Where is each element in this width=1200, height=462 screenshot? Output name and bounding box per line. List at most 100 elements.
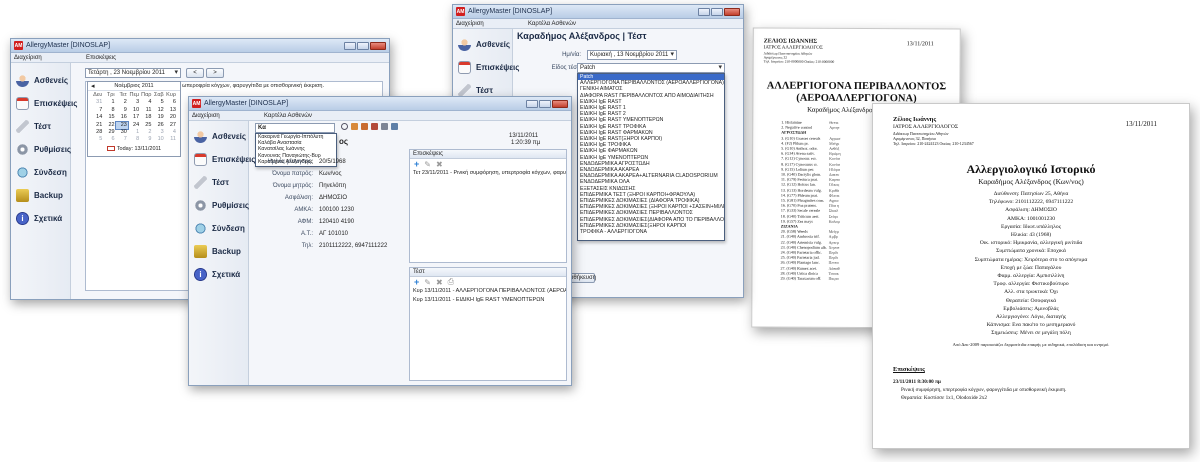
calendar-day[interactable]: 16 xyxy=(116,114,128,121)
test-list-item[interactable]: Κυρ 13/11/2011 - ΑΛΛΕΡΓΙΟΓΟΝΑ ΠΕΡΙΒΑΛΛΟΝ… xyxy=(410,287,566,296)
calendar-day[interactable]: 19 xyxy=(152,114,164,121)
calendar-day[interactable]: 7 xyxy=(116,136,128,143)
calendar-day[interactable]: 29 xyxy=(103,129,115,136)
calendar-day[interactable]: 7 xyxy=(91,107,103,114)
sidebar-item-backup[interactable]: Backup xyxy=(11,184,70,207)
calendar-day[interactable]: 5 xyxy=(152,99,164,106)
minimize-button[interactable] xyxy=(526,99,538,108)
calendar-day[interactable]: 13 xyxy=(165,107,177,114)
maximize-button[interactable] xyxy=(539,99,551,108)
calendar-day[interactable]: 1 xyxy=(103,99,115,106)
test-type-option[interactable]: ΤΡΟΦΙΚΑ - ΑΛΛΕΡΓΙΟΓΟΝΑ xyxy=(578,229,724,235)
patient-search-input[interactable]: Κα xyxy=(255,123,335,133)
sidebar-item-settings[interactable]: Ρυθμίσεις xyxy=(11,138,71,161)
close-button[interactable] xyxy=(724,7,740,16)
calendar-day[interactable]: 26 xyxy=(152,122,164,129)
calendar-day[interactable]: 31 xyxy=(91,99,103,106)
calendar-day[interactable]: 27 xyxy=(165,122,177,129)
calendar-day[interactable]: 23 xyxy=(114,120,129,131)
calendar-day[interactable]: 6 xyxy=(103,136,115,143)
next-date-button[interactable]: > xyxy=(206,68,224,78)
edit-test-icon[interactable]: ✎ xyxy=(424,278,431,287)
sidebar-item-patients[interactable]: Ασθενείς xyxy=(189,125,248,148)
calendar-prev-icon[interactable]: ◂ xyxy=(91,82,95,90)
calendar-day[interactable]: 3 xyxy=(128,99,140,106)
calendar-day[interactable]: 8 xyxy=(128,136,140,143)
maximize-button[interactable] xyxy=(711,7,723,16)
sidebar-item-settings[interactable]: Ρυθμίσεις xyxy=(189,194,249,217)
calendar-today[interactable]: Today: 13/11/2011 xyxy=(88,145,180,153)
delete-visit-icon[interactable]: ✖ xyxy=(436,160,443,169)
prev-date-button[interactable]: < xyxy=(186,68,204,78)
calendar-day[interactable]: 21 xyxy=(91,122,103,129)
calendar-day[interactable]: 2 xyxy=(140,129,152,136)
minimize-button[interactable] xyxy=(698,7,710,16)
maximize-button[interactable] xyxy=(357,41,369,50)
calendar-day[interactable]: 5 xyxy=(91,136,103,143)
sidebar-item-about[interactable]: i Σχετικά xyxy=(189,263,248,286)
close-button[interactable] xyxy=(552,99,568,108)
titlebar[interactable]: AM AllergyMaster [DINOSLAP] xyxy=(189,97,571,111)
menu-admin[interactable]: Διαχείριση xyxy=(456,21,528,27)
add-test-icon[interactable]: + xyxy=(414,277,419,287)
calendar-day[interactable]: 11 xyxy=(165,136,177,143)
calendar-day[interactable]: 14 xyxy=(91,114,103,121)
calendar-day[interactable]: 6 xyxy=(165,99,177,106)
calendar-day[interactable]: 24 xyxy=(128,122,140,129)
export-icon[interactable] xyxy=(391,123,398,130)
minimize-button[interactable] xyxy=(344,41,356,50)
calendar-day[interactable]: 1 xyxy=(128,129,140,136)
calendar-day[interactable]: 12 xyxy=(152,107,164,114)
add-patient-icon[interactable] xyxy=(351,123,358,130)
menu-patient-card[interactable]: Καρτέλα Ασθενών xyxy=(528,21,600,27)
calendar-day[interactable]: 20 xyxy=(165,114,177,121)
calendar-day[interactable]: 17 xyxy=(128,114,140,121)
calendar-day[interactable]: 10 xyxy=(152,136,164,143)
calendar-day[interactable]: 30 xyxy=(116,129,128,136)
add-visit-icon[interactable]: + xyxy=(414,159,419,169)
calendar-grid[interactable]: Δευ Τρι Τετ Πεμ Παρ Σαβ Κυρ 31 1 2 3 4 5 6 7 8 9 10 11 12 13… xyxy=(88,91,180,145)
delete-patient-icon[interactable] xyxy=(371,123,378,130)
titlebar[interactable]: AM AllergyMaster [DINOSLAP] xyxy=(11,39,389,53)
sidebar-item-patients[interactable]: Ασθενείς xyxy=(11,69,70,92)
sidebar-item-test[interactable]: Τέστ xyxy=(11,115,70,138)
sidebar-item-backup[interactable]: Backup xyxy=(189,240,248,263)
calendar-day[interactable]: 10 xyxy=(128,107,140,114)
print-test-icon[interactable]: ⎙ xyxy=(448,277,454,287)
titlebar[interactable]: AM AllergyMaster [DINOSLAP] xyxy=(453,5,743,19)
test-list-item[interactable]: Κυρ 13/11/2011 - ΕΙΔΙΚΗ IgE RAST ΥΜΕΝΟΠΤ… xyxy=(410,296,566,305)
sidebar-item-patients[interactable]: Ασθενείς xyxy=(453,33,512,56)
calendar-day[interactable]: 15 xyxy=(103,114,115,121)
test-type-select[interactable]: Patch xyxy=(577,63,725,73)
sidebar-item-about[interactable]: i Σχετικά xyxy=(11,207,70,230)
menu-visits[interactable]: Επισκέψεις xyxy=(86,55,158,61)
menu-admin[interactable]: Διαχείριση xyxy=(14,55,86,61)
calendar-day[interactable]: 18 xyxy=(140,114,152,121)
delete-test-icon[interactable]: ✖ xyxy=(436,278,443,287)
search-icon[interactable] xyxy=(341,123,348,130)
calendar-day[interactable]: 11 xyxy=(140,107,152,114)
close-button[interactable] xyxy=(370,41,386,50)
calendar-day[interactable]: 8 xyxy=(103,107,115,114)
visit-list-item[interactable]: Τετ 23/11/2011 - Ρινική συμφόρηση, υπερτ… xyxy=(410,169,566,178)
calendar-day[interactable]: 4 xyxy=(140,99,152,106)
sidebar-item-connect[interactable]: Σύνδεση xyxy=(189,217,248,240)
calendar-day[interactable]: 3 xyxy=(152,129,164,136)
visit-date-picker[interactable]: Τετάρτη , 23 Νοεμβρίου 2011 xyxy=(85,68,181,78)
calendar-day[interactable]: 28 xyxy=(91,129,103,136)
calendar-day[interactable]: 2 xyxy=(116,99,128,106)
test-type-option[interactable]: ΔΙΑΦΟΡΑ RAST ΠΕΡΙΒΑΛΛΟΝΤΟΣ ΑΠΟ ΑΙΜΟΔΙΑΙΤ… xyxy=(578,93,724,99)
menu-patient-card[interactable]: Καρτέλα Ασθενών xyxy=(264,113,336,119)
sidebar-item-visits[interactable]: Επισκέψεις xyxy=(189,148,255,171)
test-type-options[interactable]: Patch ΑΛΛΕΡΓΙΟΓΟΝΑ ΠΕΡΙΒΑΛΛΟΝΤΟΣ (ΑΕΡΟΑΛΛ… xyxy=(577,73,725,241)
calendar-day[interactable]: 22 xyxy=(103,122,115,129)
sidebar-item-visits[interactable]: Επισκέψεις xyxy=(11,92,77,115)
calendar-day[interactable]: 25 xyxy=(140,122,152,129)
menu-admin[interactable]: Διαχείριση xyxy=(192,113,264,119)
edit-patient-icon[interactable] xyxy=(361,123,368,130)
test-date-picker[interactable]: Κυριακή , 13 Νοεμβρίου 2011 xyxy=(587,50,677,60)
edit-visit-icon[interactable]: ✎ xyxy=(424,160,431,169)
calendar-day[interactable]: 9 xyxy=(140,136,152,143)
calendar-popup[interactable]: ◂ Νοέμβριος 2011 Δευ Τρι Τετ Πεμ Παρ Σαβ Κυρ 31… xyxy=(87,81,181,157)
calendar-day[interactable]: 4 xyxy=(165,129,177,136)
